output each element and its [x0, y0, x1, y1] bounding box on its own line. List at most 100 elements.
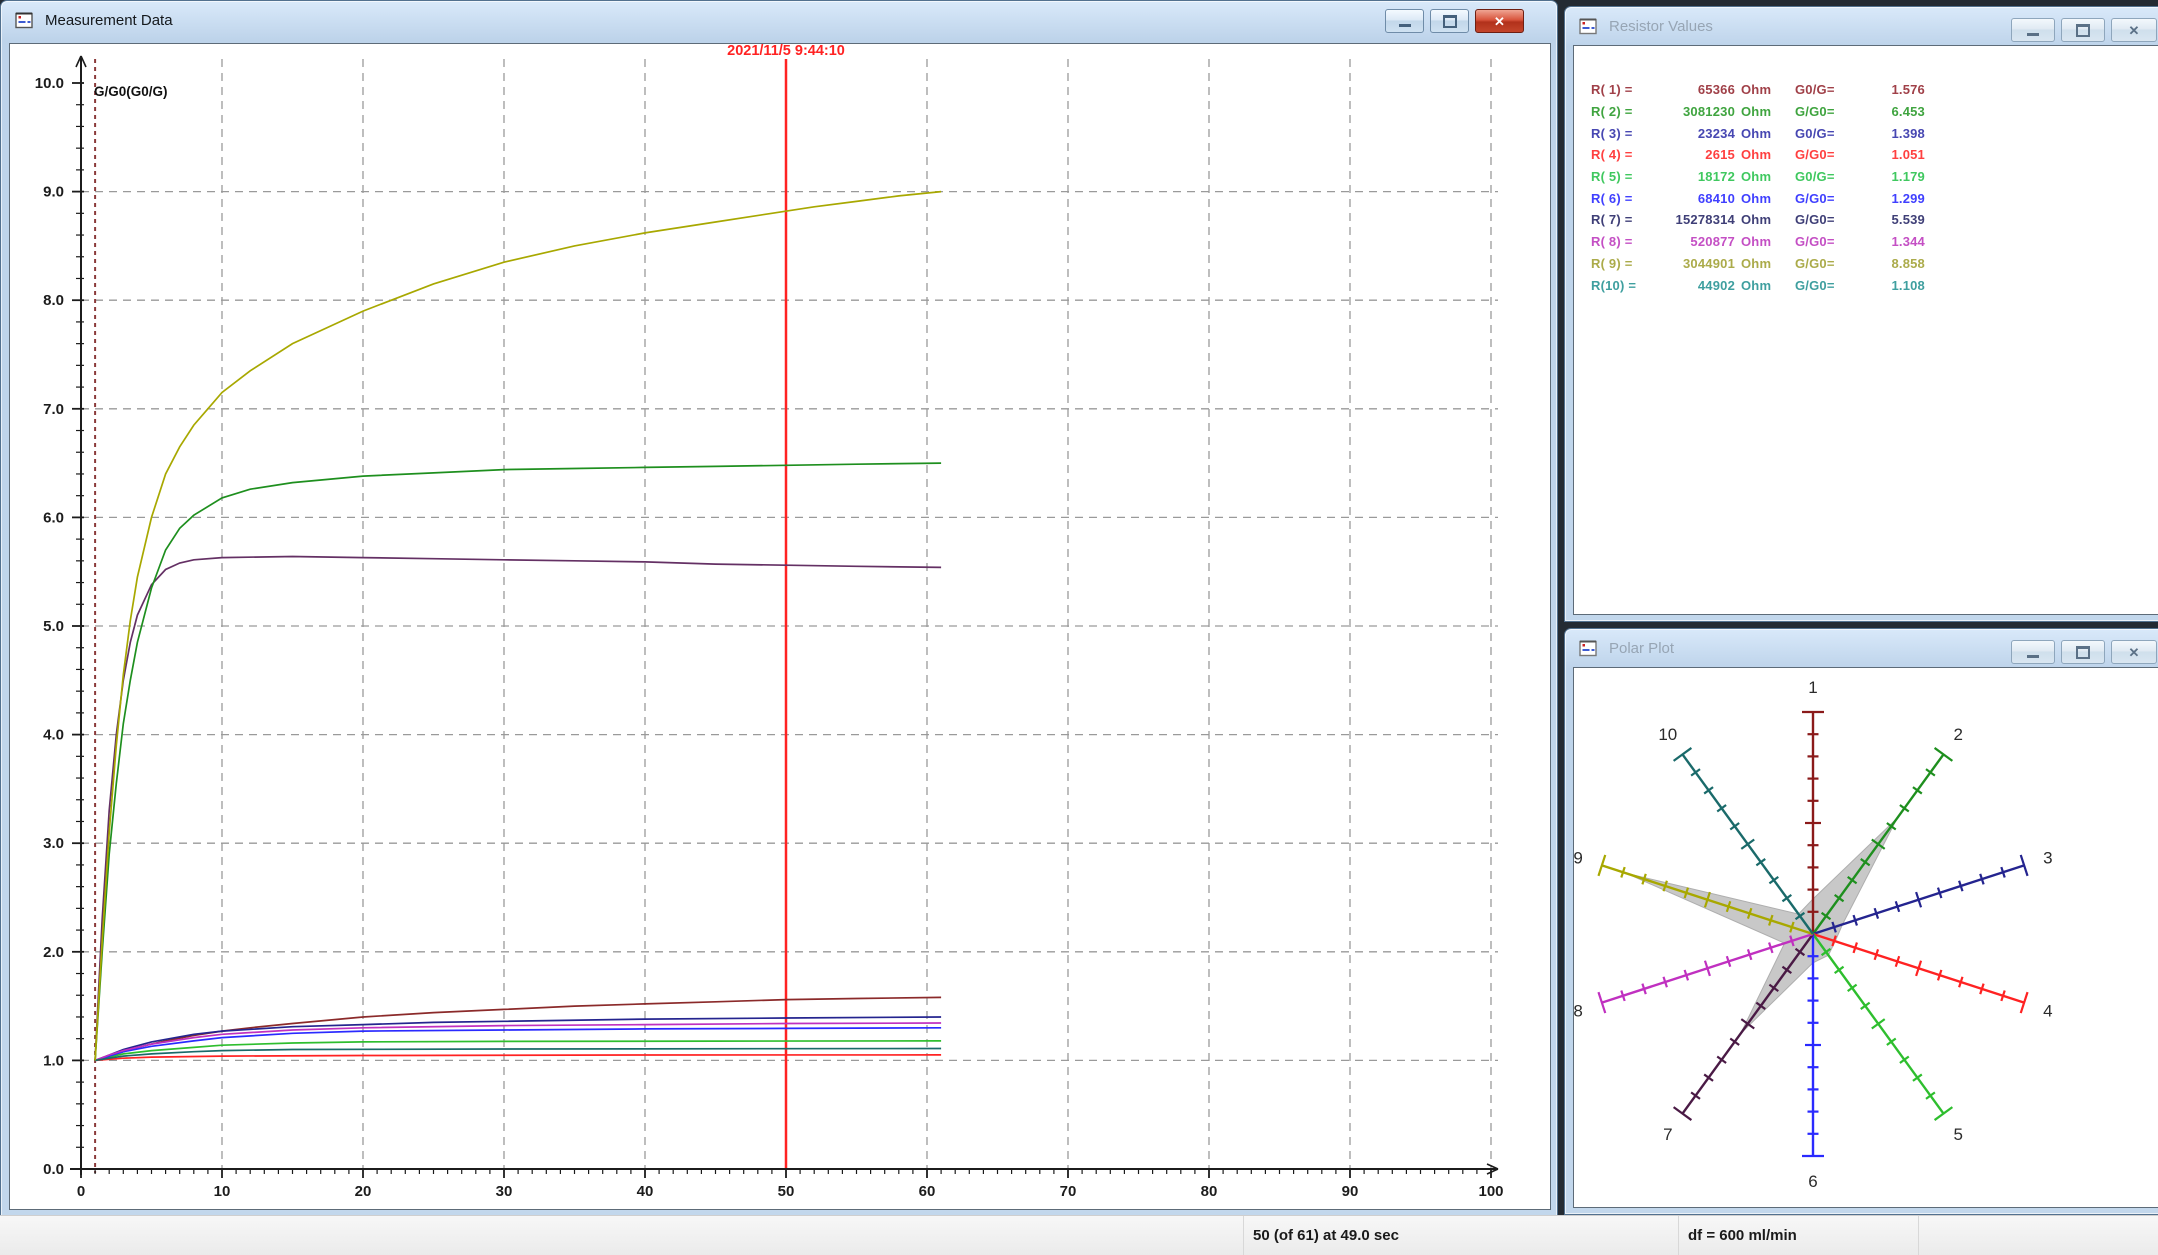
resistance-unit: Ohm	[1735, 212, 1785, 227]
y-tick-label: 7.0	[43, 401, 64, 418]
window-title: Resistor Values	[1609, 18, 1713, 35]
y-tick-label: 0.0	[43, 1161, 64, 1178]
ratio-label: G/G0=	[1785, 212, 1855, 227]
polar-axis-label-4: 4	[2043, 1001, 2052, 1020]
ratio-label: G/G0=	[1785, 234, 1855, 249]
ratio-label: G/G0=	[1785, 256, 1855, 271]
resistor-label: R( 2) =	[1591, 104, 1643, 119]
resistor-row-8: R( 8) =520877OhmG/G0=1.344	[1591, 231, 2158, 253]
y-tick-label: 4.0	[43, 727, 64, 744]
ratio-value: 1.344	[1855, 234, 1925, 249]
polar-plot-window: Polar Plot ✕ 12345678910	[1564, 628, 2158, 1215]
plotter-window-icon	[1579, 639, 1598, 658]
measurement-chart[interactable]: 2021/11/5 9:44:1001020304050607080901000…	[10, 44, 1548, 1207]
ratio-label: G/G0=	[1785, 104, 1855, 119]
minimize-icon	[1399, 24, 1411, 27]
ratio-label: G0/G=	[1785, 169, 1855, 184]
resistor-label: R( 1) =	[1591, 82, 1643, 97]
maximize-icon	[1443, 15, 1457, 28]
measurement-data-window: Measurement Data ✕ 2021/11/5 9:44:100102…	[0, 0, 1558, 1217]
resistor-row-1: R( 1) =65366OhmG0/G=1.576	[1591, 79, 2158, 101]
close-icon: ✕	[2129, 24, 2140, 37]
polar-axis-label-2: 2	[1953, 725, 1962, 744]
resistor-label: R( 7) =	[1591, 212, 1643, 227]
ratio-value: 6.453	[1855, 104, 1925, 119]
resistance-value: 2615	[1643, 147, 1735, 162]
resistor-label: R(10) =	[1591, 278, 1643, 293]
resistance-value: 44902	[1643, 278, 1735, 293]
x-tick-label: 10	[214, 1183, 231, 1200]
resistance-value: 65366	[1643, 82, 1735, 97]
polar-axis-label-10: 10	[1658, 725, 1677, 744]
resistance-unit: Ohm	[1735, 147, 1785, 162]
x-tick-label: 80	[1201, 1183, 1218, 1200]
x-tick-label: 60	[919, 1183, 936, 1200]
x-tick-label: 100	[1478, 1183, 1503, 1200]
y-tick-label: 8.0	[43, 292, 64, 309]
y-tick-label: 6.0	[43, 509, 64, 526]
resistor-label: R( 6) =	[1591, 191, 1643, 206]
polar-axis-label-9: 9	[1574, 849, 1583, 868]
resistor-label: R( 4) =	[1591, 147, 1643, 162]
polar-axis-label-7: 7	[1663, 1125, 1672, 1144]
window-title: Polar Plot	[1609, 640, 1674, 657]
ratio-value: 1.051	[1855, 147, 1925, 162]
resistor-row-2: R( 2) =3081230OhmG/G0=6.453	[1591, 101, 2158, 123]
ratio-value: 1.398	[1855, 126, 1925, 141]
close-button[interactable]: ✕	[2111, 640, 2157, 664]
polar-plot-titlebar[interactable]: Polar Plot ✕	[1565, 629, 2158, 667]
polar-plot-chart[interactable]: 12345678910	[1574, 668, 2158, 1205]
maximize-icon	[2076, 24, 2090, 37]
resistor-row-5: R( 5) =18172OhmG0/G=1.179	[1591, 166, 2158, 188]
measurement-data-titlebar[interactable]: Measurement Data ✕	[1, 1, 1557, 39]
y-axis-title: G/G0(G0/G)	[94, 84, 168, 99]
status-bar: 50 (of 61) at 49.0 sec df = 600 ml/min	[0, 1215, 2158, 1255]
resistor-label: R( 8) =	[1591, 234, 1643, 249]
ratio-value: 1.299	[1855, 191, 1925, 206]
ratio-label: G/G0=	[1785, 278, 1855, 293]
polar-axis-tick	[1872, 1019, 1885, 1028]
minimize-button[interactable]	[2011, 18, 2055, 42]
close-icon: ✕	[2129, 646, 2140, 659]
resistor-row-6: R( 6) =68410OhmG/G0=1.299	[1591, 187, 2158, 209]
close-button[interactable]: ✕	[1475, 9, 1524, 33]
y-tick-label: 10.0	[35, 75, 64, 92]
resistor-row-9: R( 9) =3044901OhmG/G0=8.858	[1591, 253, 2158, 275]
window-title: Measurement Data	[45, 12, 173, 29]
resistance-unit: Ohm	[1735, 169, 1785, 184]
polar-axis-tick	[1741, 839, 1754, 848]
x-tick-label: 50	[778, 1183, 795, 1200]
polar-client-area: 12345678910	[1573, 667, 2158, 1208]
ratio-value: 1.108	[1855, 278, 1925, 293]
x-tick-label: 40	[637, 1183, 654, 1200]
status-section-empty	[0, 1216, 1252, 1255]
polar-axis-tick	[1674, 1107, 1692, 1120]
ratio-label: G/G0=	[1785, 147, 1855, 162]
x-tick-label: 30	[496, 1183, 513, 1200]
maximize-button[interactable]	[1430, 9, 1469, 33]
resistor-client-area: R( 1) =65366OhmG0/G=1.576R( 2) =3081230O…	[1573, 45, 2158, 615]
resistance-value: 18172	[1643, 169, 1735, 184]
maximize-button[interactable]	[2061, 640, 2105, 664]
x-tick-label: 20	[355, 1183, 372, 1200]
resistor-label: R( 3) =	[1591, 126, 1643, 141]
minimize-button[interactable]	[1385, 9, 1424, 33]
resistor-values-titlebar[interactable]: Resistor Values ✕	[1565, 7, 2158, 45]
maximize-button[interactable]	[2061, 18, 2105, 42]
close-icon: ✕	[1494, 15, 1505, 28]
minimize-button[interactable]	[2011, 640, 2055, 664]
minimize-icon	[2027, 655, 2039, 658]
close-button[interactable]: ✕	[2111, 18, 2157, 42]
y-tick-label: 3.0	[43, 835, 64, 852]
y-tick-label: 5.0	[43, 618, 64, 635]
resistor-row-3: R( 3) =23234OhmG0/G=1.398	[1591, 122, 2158, 144]
ratio-value: 1.179	[1855, 169, 1925, 184]
ratio-value: 1.576	[1855, 82, 1925, 97]
ratio-label: G0/G=	[1785, 126, 1855, 141]
x-tick-label: 90	[1342, 1183, 1359, 1200]
resistance-unit: Ohm	[1735, 191, 1785, 206]
y-tick-label: 2.0	[43, 944, 64, 961]
status-flow-rate: df = 600 ml/min	[1678, 1216, 1928, 1255]
resistor-row-4: R( 4) =2615OhmG/G0=1.051	[1591, 144, 2158, 166]
resistance-unit: Ohm	[1735, 126, 1785, 141]
